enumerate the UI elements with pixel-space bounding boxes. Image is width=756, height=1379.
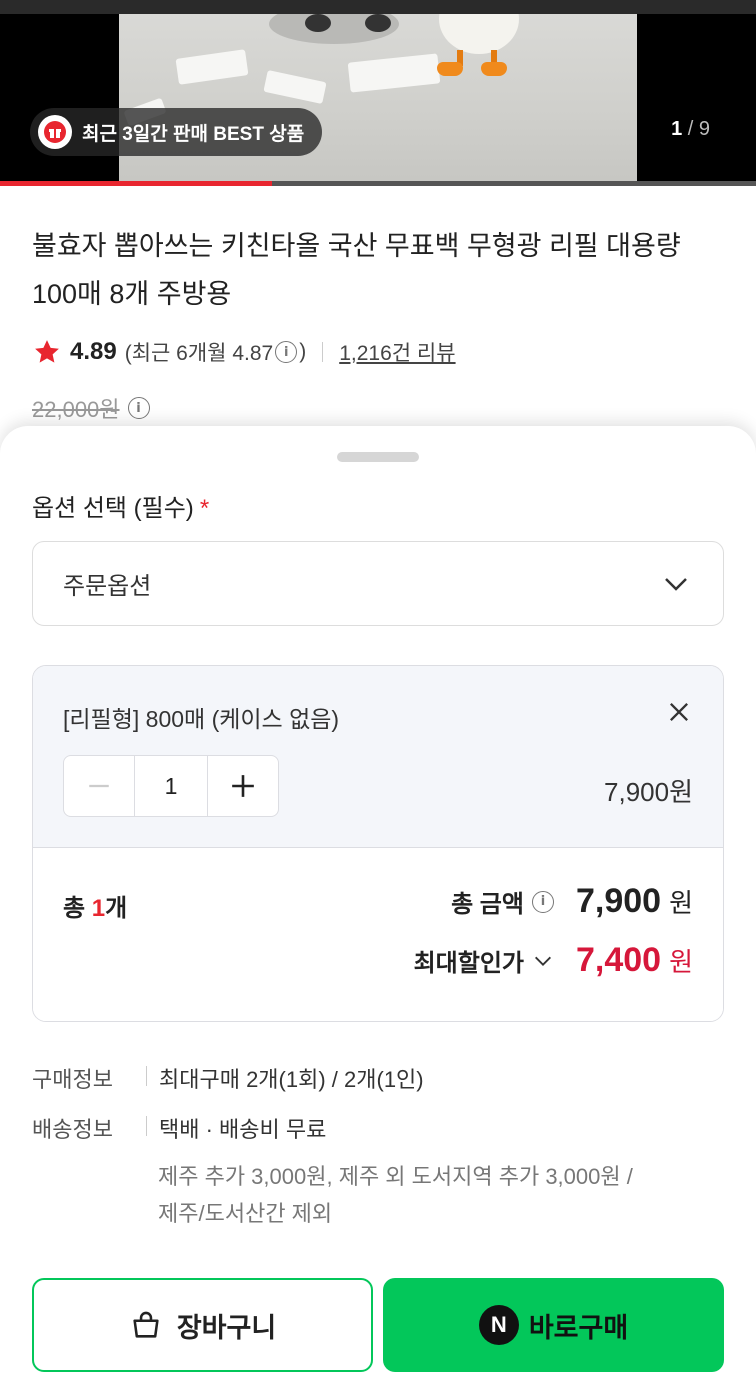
max-discount-value: 7,400 xyxy=(575,941,662,979)
gift-icon xyxy=(38,115,72,149)
sheet-drag-handle[interactable] xyxy=(337,452,419,462)
order-totals: 총 1개 총 금액 i 7,900 원 최대할인가 7,400 원 xyxy=(33,848,723,1021)
shipping-info-row: 배송정보 택배 · 배송비 무료 xyxy=(32,1112,724,1162)
plus-icon xyxy=(232,775,254,797)
recent-rating[interactable]: (최근 6개월 4.87 i ) xyxy=(125,337,307,367)
max-discount-row[interactable]: 최대할인가 7,400 원 xyxy=(414,941,693,980)
review-count-link[interactable]: 1,216건 리뷰 xyxy=(339,337,455,367)
rating-row: 4.89 (최근 6개월 4.87 i ) 1,216건 리뷰 xyxy=(32,334,456,370)
shipping-note: 제주 추가 3,000원, 제주 외 도서지역 추가 3,000원 / 제주/도… xyxy=(158,1158,724,1232)
quantity-value[interactable]: 1 xyxy=(134,756,208,816)
order-option-select[interactable]: 주문옵션 xyxy=(32,541,724,626)
pager-total: 9 xyxy=(698,118,710,140)
divider xyxy=(322,342,324,362)
purchase-info-value: 최대구매 2개(1회) / 2개(1인) xyxy=(159,1067,424,1092)
selected-option-box: [리필형] 800매 (케이스 없음) 1 7,900원 총 1개 총 금액 i… xyxy=(32,665,724,1022)
purchase-info-row: 구매정보 최대구매 2개(1회) / 2개(1인) xyxy=(32,1062,724,1112)
star-icon xyxy=(35,340,59,363)
chevron-down-icon xyxy=(665,577,687,591)
divider xyxy=(146,1116,147,1136)
total-amount-unit: 원 xyxy=(669,888,693,918)
action-buttons: 장바구니 N 바로구매 xyxy=(32,1278,724,1372)
option-label: 옵션 선택 (필수) * xyxy=(32,488,209,523)
total-count: 총 1개 xyxy=(63,888,127,923)
selected-option-item: [리필형] 800매 (케이스 없음) 1 7,900원 xyxy=(33,666,723,848)
buy-now-label: 바로구매 xyxy=(528,1312,629,1343)
status-strip xyxy=(0,0,756,14)
option-bottom-sheet: 옵션 선택 (필수)* 주문옵션 [리필형] 800매 (케이스 없음) 1 xyxy=(0,426,756,1379)
option-label-text: 옵션 선택 (필수) xyxy=(32,495,194,522)
product-title: 불효자 뽑아쓰는 키친타올 국산 무표백 무형광 리필 대용량 100매 8개 … xyxy=(32,231,681,309)
photo-duck-foot xyxy=(437,62,463,76)
shipping-info-label: 배송정보 xyxy=(32,1117,113,1142)
photo-wheel xyxy=(305,14,331,32)
info-icon: i xyxy=(275,341,298,363)
carousel-progress-fill xyxy=(0,181,273,186)
price-info-icon[interactable]: i xyxy=(127,397,150,419)
recent-rating-close: ) xyxy=(299,340,307,363)
max-discount-label: 최대할인가 xyxy=(413,950,524,977)
required-mark: * xyxy=(199,495,210,522)
add-to-cart-button[interactable]: 장바구니 xyxy=(32,1278,373,1372)
total-info-icon[interactable]: i xyxy=(531,890,554,913)
photo-paper xyxy=(347,53,441,93)
naver-n-logo: N xyxy=(478,1305,519,1345)
shopping-bag-icon xyxy=(133,1311,159,1338)
shipping-note-line: 제주 추가 3,000원, 제주 외 도서지역 추가 3,000원 / xyxy=(158,1164,633,1189)
recent-rating-text: (최근 6개월 4.87 xyxy=(124,342,274,365)
image-pager: 1 / 9 xyxy=(671,118,710,141)
add-to-cart-label: 장바구니 xyxy=(176,1312,277,1343)
photo-paper xyxy=(175,49,249,85)
photo-wheel xyxy=(365,14,391,32)
increase-button[interactable] xyxy=(208,756,278,816)
photo-duck xyxy=(439,14,519,54)
selected-option-name: [리필형] 800매 (케이스 없음) xyxy=(63,706,340,732)
total-count-prefix: 총 xyxy=(63,895,92,922)
decrease-button[interactable] xyxy=(64,756,134,816)
rating-score: 4.89 xyxy=(70,338,117,365)
carousel-progress xyxy=(0,181,756,186)
photo-duck-foot xyxy=(481,62,507,76)
photo-paper xyxy=(263,70,327,104)
total-amount-value: 7,900 xyxy=(575,882,662,920)
product-image-carousel[interactable]: 최근 3일간 판매 BEST 상품 1 / 9 xyxy=(0,0,756,186)
max-discount-unit: 원 xyxy=(669,947,693,977)
minus-icon xyxy=(89,784,109,788)
pager-separator: / xyxy=(687,118,694,140)
shipping-note-line: 제주/도서산간 제외 xyxy=(158,1201,333,1226)
total-count-suffix: 개 xyxy=(105,895,128,922)
total-count-number: 1 xyxy=(91,895,106,922)
product-photo xyxy=(119,14,637,186)
chevron-down-icon xyxy=(535,956,551,966)
total-amount-row: 총 금액 i 7,900 원 xyxy=(451,882,693,921)
selected-option-price: 7,900원 xyxy=(604,777,693,807)
purchase-info-label: 구매정보 xyxy=(32,1067,113,1092)
close-icon[interactable] xyxy=(665,698,693,726)
purchase-shipping-info: 구매정보 최대구매 2개(1회) / 2개(1인) 배송정보 택배 · 배송비 … xyxy=(32,1062,724,1232)
order-option-placeholder: 주문옵션 xyxy=(63,573,152,600)
best-badge-text: 최근 3일간 판매 BEST 상품 xyxy=(82,123,305,145)
shipping-info-value: 택배 · 배송비 무료 xyxy=(159,1117,327,1142)
quantity-stepper: 1 xyxy=(63,755,279,817)
divider xyxy=(146,1066,147,1086)
best-seller-badge: 최근 3일간 판매 BEST 상품 xyxy=(30,108,323,156)
pager-current: 1 xyxy=(671,118,683,140)
original-price-value: 22,000원 xyxy=(32,397,120,422)
total-amount-label: 총 금액 xyxy=(451,891,524,918)
buy-now-button[interactable]: N 바로구매 xyxy=(383,1278,724,1372)
original-price: 22,000원 i xyxy=(32,392,150,424)
